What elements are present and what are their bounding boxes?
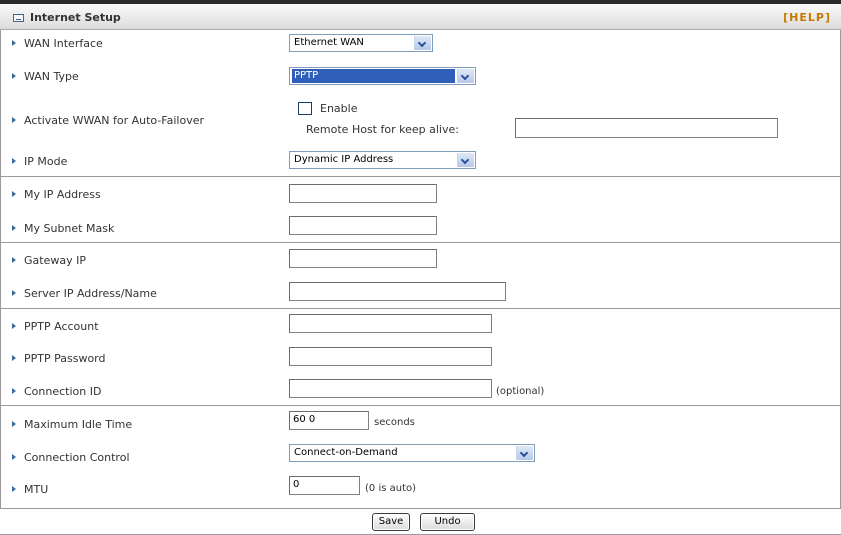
idle-time-label: Maximum Idle Time (12, 418, 132, 431)
bullet-arrow-icon (12, 388, 16, 394)
chevron-down-icon[interactable] (457, 69, 474, 83)
bullet-arrow-icon (12, 158, 16, 164)
pptp-password-label-text: PPTP Password (24, 352, 106, 365)
enable-checkbox-label: Enable (320, 102, 358, 115)
idle-time-unit: seconds (374, 417, 415, 428)
pptp-password-label: PPTP Password (12, 352, 106, 365)
window-icon (13, 14, 24, 22)
mtu-input[interactable]: 0 (289, 476, 360, 495)
my-ip-input[interactable] (289, 184, 437, 203)
connection-control-label-text: Connection Control (24, 451, 130, 464)
pptp-account-input[interactable] (289, 314, 492, 333)
bullet-arrow-icon (12, 40, 16, 46)
wan-type-label-text: WAN Type (24, 70, 79, 83)
subnet-label: My Subnet Mask (12, 222, 114, 235)
connection-control-select[interactable]: Connect-on-Demand (289, 444, 535, 462)
wan-interface-label-text: WAN Interface (24, 37, 103, 50)
bullet-arrow-icon (12, 257, 16, 263)
my-ip-label-text: My IP Address (24, 188, 101, 201)
bullet-arrow-icon (12, 355, 16, 361)
server-label: Server IP Address/Name (12, 287, 157, 300)
wwan-failover-label-text: Activate WWAN for Auto-Failover (24, 114, 205, 127)
wwan-failover-label: Activate WWAN for Auto-Failover (12, 114, 204, 127)
section-divider (0, 242, 841, 243)
subnet-label-text: My Subnet Mask (24, 222, 115, 235)
help-link[interactable]: [HELP] (783, 11, 831, 24)
wan-interface-select[interactable]: Ethernet WAN (289, 34, 433, 52)
wan-interface-label: WAN Interface (12, 37, 103, 50)
connection-id-label-text: Connection ID (24, 385, 102, 398)
pptp-account-label: PPTP Account (12, 320, 99, 333)
chevron-down-icon[interactable] (457, 153, 474, 167)
bullet-arrow-icon (12, 225, 16, 231)
pptp-account-label-text: PPTP Account (24, 320, 99, 333)
section-divider (0, 405, 841, 406)
idle-time-label-text: Maximum Idle Time (24, 418, 133, 431)
chevron-down-icon[interactable] (516, 446, 533, 460)
bullet-arrow-icon (12, 191, 16, 197)
bullet-arrow-icon (12, 290, 16, 296)
section-divider (0, 176, 841, 177)
gateway-label: Gateway IP (12, 254, 86, 267)
connection-id-label: Connection ID (12, 385, 101, 398)
ip-mode-label: IP Mode (12, 155, 67, 168)
ip-mode-value: Dynamic IP Address (294, 154, 394, 165)
connection-control-value: Connect-on-Demand (294, 447, 398, 458)
connection-control-label: Connection Control (12, 451, 130, 464)
section-header: Internet Setup [HELP] (0, 0, 841, 30)
remote-host-label: Remote Host for keep alive: (306, 123, 459, 136)
ip-mode-label-text: IP Mode (24, 155, 68, 168)
mtu-value: 0 (293, 479, 300, 490)
bullet-arrow-icon (12, 454, 16, 460)
left-border (0, 30, 1, 508)
wan-interface-value: Ethernet WAN (294, 37, 364, 48)
mtu-label-text: MTU (24, 483, 49, 496)
bullet-arrow-icon (12, 117, 16, 123)
wan-type-select[interactable]: PPTP (289, 67, 476, 85)
undo-button[interactable]: Undo (420, 513, 475, 531)
pptp-password-input[interactable] (289, 347, 492, 366)
subnet-mask-input[interactable] (289, 216, 437, 235)
gateway-ip-input[interactable] (289, 249, 437, 268)
wan-type-label: WAN Type (12, 70, 79, 83)
section-title: Internet Setup (30, 11, 121, 24)
mtu-label: MTU (12, 483, 48, 496)
my-ip-label: My IP Address (12, 188, 101, 201)
idle-time-value: 60 0 (293, 414, 316, 425)
gateway-label-text: Gateway IP (24, 254, 86, 267)
ip-mode-select[interactable]: Dynamic IP Address (289, 151, 476, 169)
server-address-input[interactable] (289, 282, 506, 301)
wan-type-value: PPTP (292, 69, 455, 83)
idle-time-input[interactable]: 60 0 (289, 411, 369, 430)
connection-id-input[interactable] (289, 379, 492, 398)
section-divider (0, 308, 841, 309)
server-label-text: Server IP Address/Name (24, 287, 157, 300)
bullet-arrow-icon (12, 73, 16, 79)
enable-checkbox[interactable] (298, 102, 312, 115)
connection-id-hint: (optional) (496, 386, 545, 397)
chevron-down-icon[interactable] (414, 36, 431, 50)
save-button[interactable]: Save (372, 513, 410, 531)
bullet-arrow-icon (12, 486, 16, 492)
bullet-arrow-icon (12, 421, 16, 427)
bullet-arrow-icon (12, 323, 16, 329)
mtu-hint: (0 is auto) (365, 483, 417, 494)
remote-host-input[interactable] (515, 118, 778, 138)
